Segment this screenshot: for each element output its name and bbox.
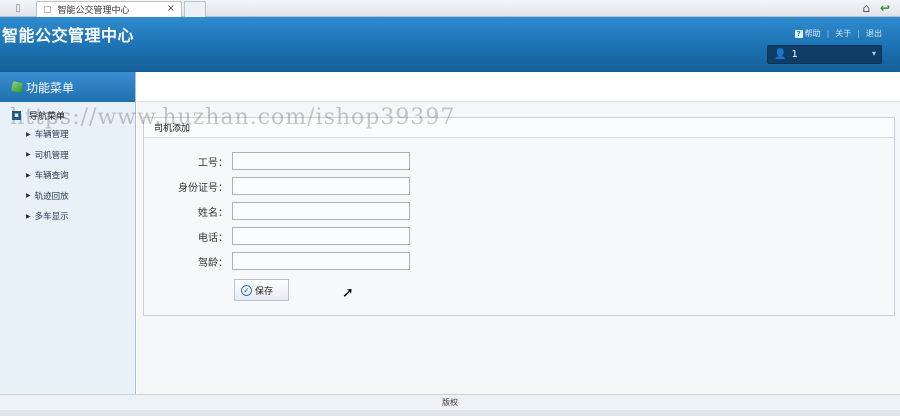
sidebar-item-label: 轨迹回放 — [34, 191, 69, 202]
sidebar-item-label: 司机管理 — [34, 150, 69, 161]
user-icon: 👤 — [774, 49, 787, 60]
field-label: 姓名： — [198, 207, 228, 219]
triangle-right-icon: ▶ — [26, 130, 31, 138]
home-icon[interactable]: ⌂ — [862, 1, 870, 15]
document-icon: ▢ — [43, 4, 52, 15]
form-row-id-number: 身份证号： — [144, 177, 410, 195]
page-icon[interactable]: ▯ — [0, 0, 36, 17]
watermark: https://www.huzhan.com/ishop39397 — [10, 105, 456, 130]
sidebar-menu: ▶ 车辆管理 ▶ 司机管理 ▶ 车辆查询 ▶ 轨迹回放 ▶ 多车显示 — [0, 124, 135, 227]
driver-form-panel: 司机添加 工号： 身份证号： 姓名： 电话： 驾龄： ✓ 保存 ➚ — [143, 117, 895, 316]
browser-tab[interactable]: ▢ 智能公交管理中心 × — [36, 1, 182, 17]
sidebar-item-driver-management[interactable]: ▶ 司机管理 — [0, 145, 135, 166]
employee-id-field[interactable] — [232, 152, 410, 170]
save-button-label: 保存 — [255, 286, 274, 297]
field-label: 驾龄： — [198, 257, 228, 269]
form-row-name: 姓名： — [144, 202, 410, 220]
sidebar-title: 功能菜单 — [26, 80, 75, 95]
mouse-cursor-icon: ➚ — [342, 285, 354, 301]
triangle-right-icon: ▶ — [26, 212, 31, 220]
cube-icon — [11, 81, 23, 93]
user-dropdown[interactable]: 👤 1 ▾ — [767, 45, 882, 64]
sidebar-item-label: 车辆查询 — [34, 171, 69, 182]
triangle-right-icon: ▶ — [26, 171, 31, 179]
back-arrow-icon[interactable]: ↩ — [880, 1, 890, 15]
sidebar-item-label: 多车显示 — [34, 212, 69, 223]
id-number-field[interactable] — [232, 177, 410, 195]
form-row-employee-id: 工号： — [144, 152, 410, 170]
divider: | — [826, 29, 830, 38]
divider: | — [857, 29, 860, 38]
question-icon[interactable]: ? — [794, 29, 803, 38]
browser-tab-title: 智能公交管理中心 — [57, 6, 130, 16]
logout-link[interactable]: 退出 — [866, 28, 882, 39]
field-label: 电话： — [198, 232, 228, 244]
triangle-right-icon: ▶ — [26, 151, 31, 159]
chevron-down-icon: ▾ — [871, 49, 876, 58]
form-row-phone: 电话： — [144, 227, 410, 245]
phone-field[interactable] — [232, 227, 410, 245]
sidebar-item-multi-vehicle[interactable]: ▶ 多车显示 — [0, 206, 135, 227]
sidebar-header: 功能菜单 — [0, 72, 135, 102]
browser-toolbar: ⌂ ↩ — [862, 1, 890, 15]
form-row-driving-years: 驾龄： — [144, 252, 410, 270]
app-title: 智能公交管理中心 — [2, 26, 135, 45]
content-top-bar — [137, 72, 900, 102]
browser-tabstrip: ▯ ▢ 智能公交管理中心 × ⌂ ↩ — [0, 0, 900, 17]
new-tab-button[interactable] — [184, 1, 206, 17]
status-bar — [0, 410, 900, 416]
check-circle-icon: ✓ — [241, 284, 252, 296]
user-name: 1 — [791, 49, 798, 60]
copyright-text: 版权 — [442, 398, 458, 407]
about-link[interactable]: 关于 — [835, 28, 851, 39]
name-field[interactable] — [232, 202, 410, 220]
save-button[interactable]: ✓ 保存 — [234, 279, 289, 301]
top-links: ? 帮助 | 关于 | 退出 — [794, 28, 882, 39]
help-link[interactable]: 帮助 — [805, 28, 821, 39]
sidebar-item-vehicle-query[interactable]: ▶ 车辆查询 — [0, 165, 135, 186]
driving-years-field[interactable] — [232, 252, 410, 270]
app-header: 智能公交管理中心 ? 帮助 | 关于 | 退出 👤 1 ▾ — [0, 17, 900, 72]
field-label: 身份证号： — [178, 182, 228, 194]
triangle-right-icon: ▶ — [26, 192, 31, 200]
sidebar-item-label: 车辆管理 — [34, 130, 69, 141]
close-tab-icon[interactable]: × — [167, 3, 175, 14]
footer: 版权 — [0, 394, 900, 410]
field-label: 工号： — [198, 157, 228, 169]
sidebar-item-track-playback[interactable]: ▶ 轨迹回放 — [0, 186, 135, 207]
